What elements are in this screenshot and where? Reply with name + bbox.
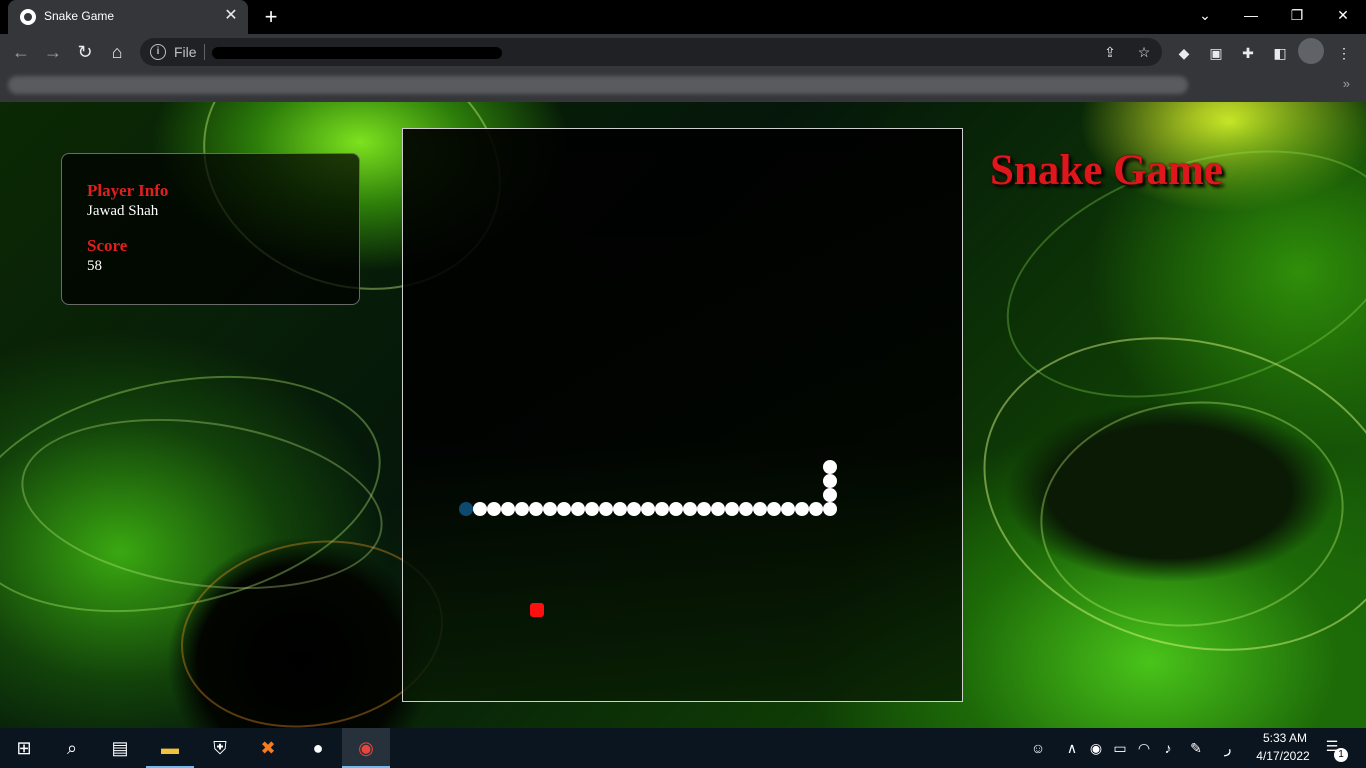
player-name: Jawad Shah: [87, 203, 159, 219]
browser-tab[interactable]: Snake Game ✕: [8, 0, 248, 34]
snake-segment: [795, 502, 809, 516]
volume-icon[interactable]: ♪: [1158, 738, 1178, 758]
profile-avatar[interactable]: [1298, 38, 1324, 64]
snake-head: [459, 502, 473, 516]
forward-arrow-icon[interactable]: →: [40, 39, 66, 65]
score-value: 58: [87, 258, 102, 274]
player-info-panel: Player Info Jawad Shah Score 58: [61, 153, 360, 305]
snake-segment: [487, 502, 501, 516]
chrome-icon[interactable]: ◉: [342, 728, 390, 768]
page-title: Snake Game: [990, 147, 1223, 194]
snake-segment: [711, 502, 725, 516]
close-window-button[interactable]: ✕: [1320, 0, 1366, 30]
bookmarks-bar: »: [0, 70, 1366, 102]
extensions-puzzle-icon[interactable]: ✚: [1238, 43, 1258, 63]
snake-segment: [641, 502, 655, 516]
restore-button[interactable]: ❐: [1274, 0, 1320, 30]
start-icon[interactable]: ⊞: [0, 728, 48, 768]
browser-tab-strip: Snake Game ✕ + ⌄ — ❐ ✕: [0, 0, 1366, 34]
address-bar[interactable]: i File ⇪ ☆: [140, 38, 1162, 66]
side-panel-icon[interactable]: ◧: [1270, 43, 1290, 63]
reload-icon[interactable]: ↻: [72, 39, 98, 65]
file-scheme-label: File: [174, 44, 197, 60]
snake-segment: [599, 502, 613, 516]
snake-segment: [753, 502, 767, 516]
address-separator: [204, 44, 205, 60]
search-icon[interactable]: ⌕: [48, 728, 96, 768]
snake-segment: [571, 502, 585, 516]
snake-segment: [613, 502, 627, 516]
share-icon[interactable]: ⇪: [1100, 42, 1120, 62]
clock-date[interactable]: 4/17/2022: [1248, 749, 1318, 763]
browser-toolbar: ← → ↻ ⌂ i File ⇪ ☆ ◆ ▣ ✚ ◧ ⋮: [0, 34, 1366, 70]
snake-segment: [473, 502, 487, 516]
file-explorer-icon[interactable]: ▬: [146, 728, 194, 768]
globe-icon: [20, 9, 36, 25]
bookmark-star-icon[interactable]: ☆: [1134, 42, 1154, 62]
game-board[interactable]: [402, 128, 963, 702]
snake-segment: [501, 502, 515, 516]
clock-time[interactable]: 5:33 AM: [1255, 731, 1315, 745]
record-icon[interactable]: ◉: [1086, 738, 1106, 758]
snake-segment: [515, 502, 529, 516]
snake-segment: [557, 502, 571, 516]
menu-dots-icon[interactable]: ⋮: [1334, 43, 1354, 63]
snake-segment: [823, 502, 837, 516]
wifi-icon[interactable]: ◠: [1134, 738, 1154, 758]
snake-segment: [655, 502, 669, 516]
security-icon[interactable]: ⛨: [196, 728, 244, 768]
tab-search-icon[interactable]: ⌄: [1182, 0, 1228, 30]
snake-segment: [683, 502, 697, 516]
windows-taskbar: ⊞ ⌕ ▤ ▬ ⛨ ✖ ● ◉ ☺ ∧ ◉ ▭ ◠ ♪ ✎ ﺭ 5:33 AM …: [0, 728, 1366, 768]
score-label: Score: [87, 236, 128, 255]
snake-segment: [823, 488, 837, 502]
camera-icon[interactable]: ▣: [1206, 43, 1226, 63]
xampp-icon[interactable]: ✖: [244, 728, 292, 768]
task-view-icon[interactable]: ▤: [96, 728, 144, 768]
snake-segment: [669, 502, 683, 516]
extension-color-icon[interactable]: ◆: [1174, 43, 1194, 63]
info-icon[interactable]: i: [150, 44, 166, 60]
game-canvas: [459, 460, 837, 617]
people-icon[interactable]: ☺: [1028, 738, 1048, 758]
snake-segment: [823, 460, 837, 474]
back-arrow-icon[interactable]: ←: [8, 39, 34, 65]
battery-icon[interactable]: ▭: [1110, 738, 1130, 758]
more-bookmarks-icon[interactable]: »: [1343, 76, 1350, 91]
snake-segment: [739, 502, 753, 516]
snake-segment: [823, 474, 837, 488]
snake-segment: [767, 502, 781, 516]
snake-segment: [697, 502, 711, 516]
player-info-label: Player Info: [87, 181, 169, 200]
redacted-url: [212, 47, 502, 59]
home-icon[interactable]: ⌂: [104, 39, 130, 65]
snake-segment: [725, 502, 739, 516]
page-viewport: Player Info Jawad Shah Score 58 Snake Ga…: [0, 102, 1366, 728]
snake-segment: [585, 502, 599, 516]
close-tab-icon[interactable]: ✕: [222, 7, 240, 25]
new-tab-button[interactable]: +: [258, 4, 284, 30]
redacted-bookmarks: [8, 76, 1188, 94]
language-icon[interactable]: ﺭ: [1218, 738, 1238, 758]
notification-count-badge: 1: [1334, 748, 1348, 762]
app-icon[interactable]: ●: [294, 728, 342, 768]
food-item: [530, 603, 544, 617]
pen-icon[interactable]: ✎: [1186, 738, 1206, 758]
tab-title: Snake Game: [44, 9, 115, 23]
snake-segment: [543, 502, 557, 516]
chevron-up-icon[interactable]: ∧: [1062, 738, 1082, 758]
minimize-button[interactable]: —: [1228, 0, 1274, 30]
snake-segment: [809, 502, 823, 516]
snake-segment: [627, 502, 641, 516]
snake-segment: [781, 502, 795, 516]
snake-segment: [529, 502, 543, 516]
